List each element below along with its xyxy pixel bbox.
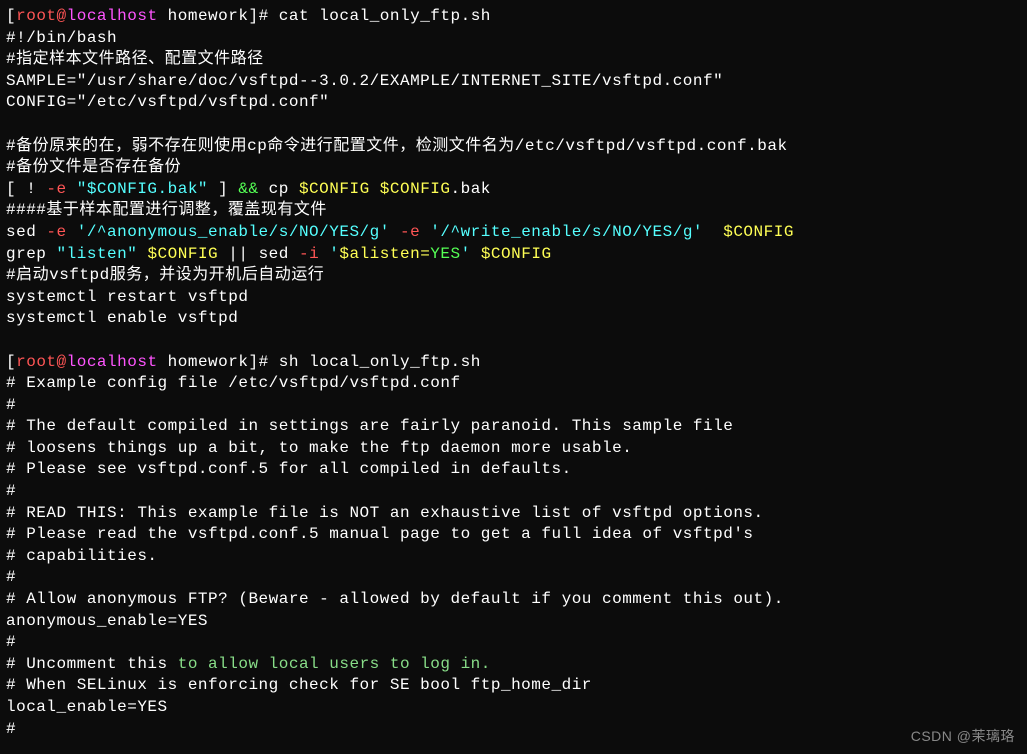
script-shebang: #!/bin/bash xyxy=(6,29,117,47)
output-line: # xyxy=(6,633,16,651)
output-line: # xyxy=(6,568,16,586)
prompt-line-1: [root@localhost homework]# cat local_onl… xyxy=(6,7,491,25)
config-var: CONFIG="/etc/vsftpd/vsftpd.conf" xyxy=(6,93,329,111)
output-line: # The default compiled in settings are f… xyxy=(6,417,733,435)
grep-line: grep "listen" $CONFIG || sed -i '$aliste… xyxy=(6,245,552,263)
systemctl-line: systemctl enable vsftpd xyxy=(6,309,238,327)
terminal-output[interactable]: [root@localhost homework]# cat local_onl… xyxy=(6,6,1021,740)
systemctl-line: systemctl restart vsftpd xyxy=(6,288,248,306)
sed-line-1: sed -e '/^anonymous_enable/s/NO/YES/g' -… xyxy=(6,223,794,241)
prompt-line-2: [root@localhost homework]# sh local_only… xyxy=(6,353,481,371)
output-line: # Please read the vsftpd.conf.5 manual p… xyxy=(6,525,754,543)
output-line: anonymous_enable=YES xyxy=(6,612,208,630)
output-line: # Example config file /etc/vsftpd/vsftpd… xyxy=(6,374,461,392)
comment: #启动vsftpd服务，并设为开机后自动运行 xyxy=(6,266,324,284)
output-line: # Uncomment this to allow local users to… xyxy=(6,655,491,673)
comment: ####基于样本配置进行调整，覆盖现有文件 xyxy=(6,201,327,219)
output-line: # When SELinux is enforcing check for SE… xyxy=(6,676,592,694)
output-line: # Allow anonymous FTP? (Beware - allowed… xyxy=(6,590,784,608)
output-line: # xyxy=(6,720,16,738)
output-line: # Please see vsftpd.conf.5 for all compi… xyxy=(6,460,572,478)
output-line: # loosens things up a bit, to make the f… xyxy=(6,439,632,457)
output-line: local_enable=YES xyxy=(6,698,168,716)
watermark: CSDN @茉璃珞 xyxy=(911,727,1015,746)
output-line: # READ THIS: This example file is NOT an… xyxy=(6,504,764,522)
output-line: # xyxy=(6,396,16,414)
comment: #指定样本文件路径、配置文件路径 xyxy=(6,50,264,68)
comment: #备份原来的在，弱不存在则使用cp命令进行配置文件，检测文件名为/etc/vsf… xyxy=(6,137,788,155)
test-line: [ ! -e "$CONFIG.bak" ] && cp $CONFIG $CO… xyxy=(6,180,491,198)
comment: #备份文件是否存在备份 xyxy=(6,158,181,176)
output-line: # capabilities. xyxy=(6,547,158,565)
sample-var: SAMPLE="/usr/share/doc/vsftpd--3.0.2/EXA… xyxy=(6,72,723,90)
output-line: # xyxy=(6,482,16,500)
